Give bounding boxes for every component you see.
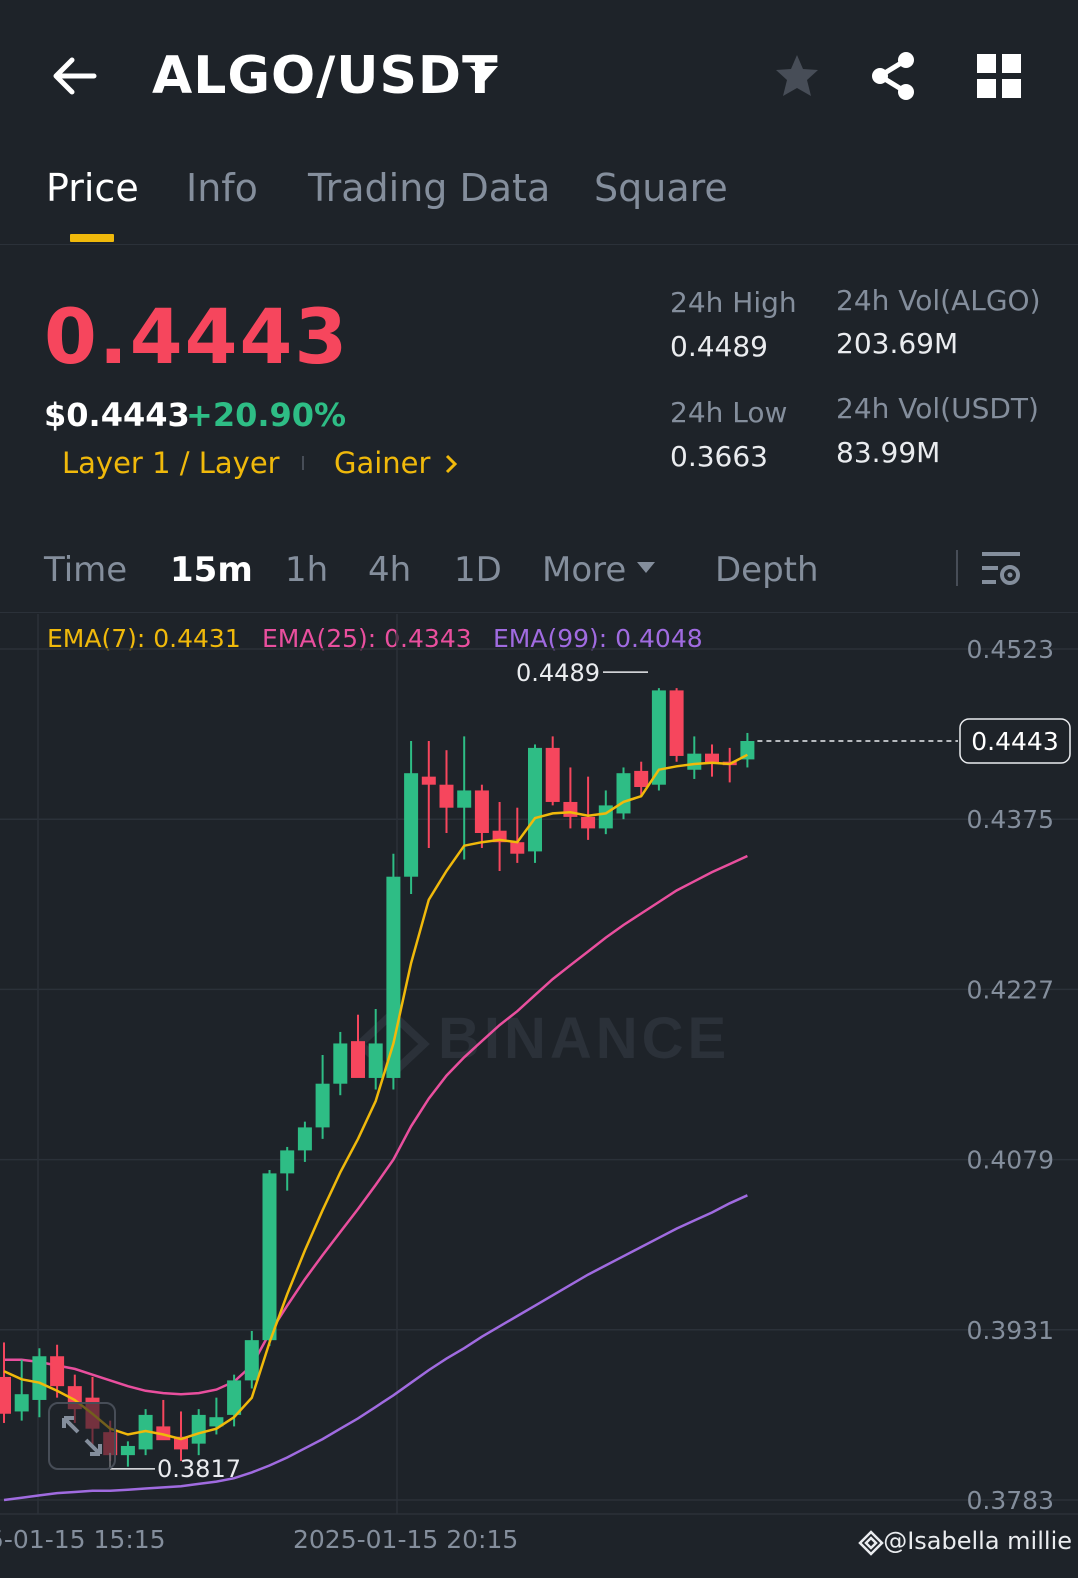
- last-price: 0.4443: [44, 292, 350, 381]
- candle-body: [474, 790, 489, 833]
- x-tick-label: 2025-01-15 20:15: [293, 1525, 518, 1554]
- high-value: 0.4489: [670, 330, 768, 363]
- grid-icon[interactable]: [977, 54, 1021, 98]
- share-icon[interactable]: [868, 50, 918, 102]
- y-tick-label: 0.4375: [967, 805, 1054, 834]
- candle-body: [50, 1356, 65, 1387]
- star-icon[interactable]: [773, 52, 821, 100]
- tab-bar: Price Info Trading Data Square: [0, 160, 1078, 245]
- high-label: 24h High: [670, 286, 797, 319]
- candle-body: [545, 747, 560, 802]
- category-tag[interactable]: Layer 1 / Layer: [62, 446, 280, 480]
- y-tick-label: 0.3783: [967, 1486, 1054, 1515]
- candle-body: [510, 842, 525, 854]
- candle-body: [563, 801, 578, 817]
- candle-body: [616, 773, 631, 814]
- candle-body: [669, 690, 684, 756]
- low-value: 0.3663: [670, 440, 768, 473]
- candle-body: [280, 1150, 295, 1174]
- tab-square[interactable]: Square: [594, 166, 728, 210]
- user-watermark: @Isabella millie: [883, 1527, 1072, 1555]
- tab-price[interactable]: Price: [46, 166, 139, 210]
- tab-trading-data[interactable]: Trading Data: [308, 166, 550, 210]
- candle-body: [634, 770, 649, 787]
- chevron-down-icon[interactable]: [470, 66, 498, 82]
- last-price-badge-label: 0.4443: [971, 727, 1058, 756]
- tag-separator: [302, 456, 304, 470]
- tf-1h[interactable]: 1h: [285, 550, 328, 590]
- more-caret-icon[interactable]: [637, 562, 655, 573]
- price-chart[interactable]: BINANCE 0.4523 0.4375 0.4227 0.4079 0.3931 0.3…: [0, 614, 1078, 1578]
- price-change-percent: +20.90%: [186, 396, 347, 434]
- binance-logo-icon: [858, 1530, 884, 1556]
- candle-body: [351, 1041, 365, 1078]
- tf-15m[interactable]: 15m: [170, 550, 253, 590]
- candle-body: [333, 1043, 348, 1084]
- active-tab-indicator: [70, 234, 114, 242]
- candle-body: [457, 790, 472, 808]
- candle-body: [386, 876, 401, 1078]
- candle-body: [14, 1394, 29, 1412]
- candle-body: [297, 1127, 312, 1151]
- candle-body: [315, 1083, 330, 1128]
- tf-more[interactable]: More: [542, 550, 626, 590]
- high-marker-label: 0.4489: [516, 659, 600, 687]
- ema7-line: [3, 753, 748, 1441]
- vol-algo-label: 24h Vol(ALGO): [836, 284, 1041, 317]
- candle-body: [120, 1445, 135, 1456]
- tab-info[interactable]: Info: [186, 166, 258, 210]
- vol-usdt-label: 24h Vol(USDT): [836, 392, 1039, 425]
- candle-body: [262, 1173, 277, 1341]
- candle-body: [227, 1380, 242, 1415]
- gainer-tag[interactable]: Gainer: [334, 446, 430, 480]
- candle-body: [191, 1414, 206, 1444]
- y-tick-label: 0.3931: [967, 1316, 1054, 1345]
- tf-time[interactable]: Time: [44, 550, 127, 590]
- candle-body: [421, 776, 436, 785]
- candle-body: [581, 816, 596, 829]
- vol-algo-value: 203.69M: [836, 327, 959, 360]
- y-tick-label: 0.4079: [967, 1146, 1054, 1175]
- fullscreen-button[interactable]: [48, 1402, 116, 1470]
- usd-price: $0.4443: [44, 396, 190, 434]
- expand-icon: [62, 1416, 102, 1456]
- tf-depth[interactable]: Depth: [715, 550, 819, 590]
- candle-body: [528, 747, 542, 852]
- binance-watermark: BINANCE: [438, 1006, 730, 1071]
- tf-1d[interactable]: 1D: [454, 550, 502, 590]
- candle-body: [368, 1043, 383, 1078]
- ema25-line: [4, 854, 748, 1396]
- candle-body: [32, 1356, 47, 1400]
- candle-body: [0, 1376, 11, 1414]
- vol-usdt-value: 83.99M: [836, 436, 941, 469]
- back-arrow-icon[interactable]: [48, 50, 100, 102]
- candle-body: [687, 753, 702, 770]
- tf-4h[interactable]: 4h: [368, 550, 411, 590]
- chart-settings-icon[interactable]: [980, 548, 1022, 590]
- tf-divider: [956, 550, 958, 586]
- chevron-right-icon[interactable]: [444, 453, 458, 475]
- candle-body: [439, 784, 454, 808]
- candle-body: [404, 773, 419, 877]
- candle-body: [244, 1340, 259, 1381]
- x-tick-label: 5-01-15 15:15: [0, 1525, 166, 1554]
- tf-bottom-border: [0, 612, 1078, 613]
- y-tick-label: 0.4523: [967, 635, 1054, 664]
- pair-title[interactable]: ALGO/USDT: [152, 46, 499, 106]
- y-tick-label: 0.4227: [967, 975, 1054, 1004]
- low-label: 24h Low: [670, 396, 788, 429]
- low-marker-label: 0.3817: [157, 1455, 241, 1483]
